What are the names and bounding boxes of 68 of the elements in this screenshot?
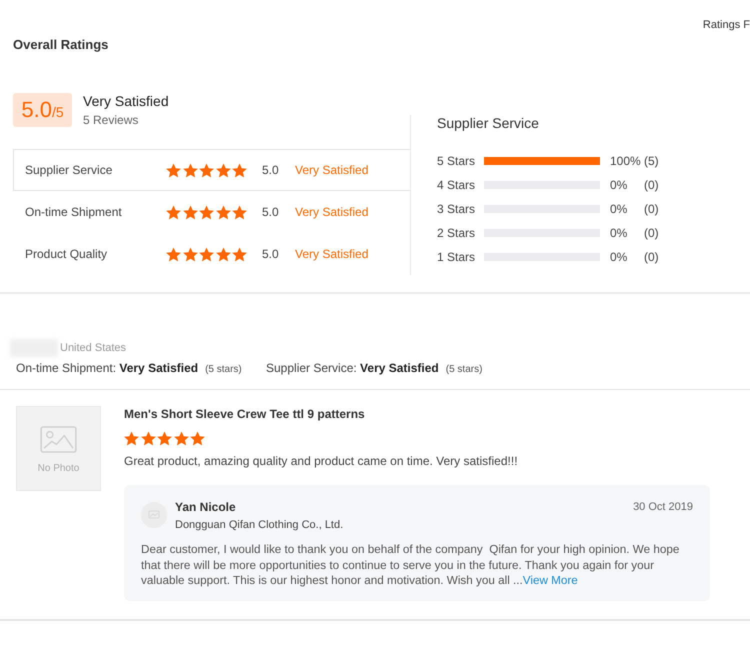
star-icon [232,246,247,262]
count-text: (0) [644,226,659,240]
replier-name: Yan Nicole [175,500,236,515]
category-label: Supplier Service [25,163,114,177]
reply-date: 30 Oct 2019 [633,500,693,514]
star-icon [166,246,181,262]
star-icon [232,204,247,220]
star-level-label: 2 Stars [437,226,476,240]
star-level-label: 4 Stars [437,178,476,192]
product-title: Men's Short Sleeve Crew Tee ttl 9 patterns [124,406,365,422]
rating-category-row[interactable]: Product Quality 5.0 Very Satisfied [13,233,410,275]
star-icon [216,246,230,262]
header-text: Ratings F [702,19,750,32]
count-text: (5) [644,154,659,168]
image-icon [40,426,77,453]
star-level-label: 5 Stars [437,154,476,168]
star-icon [190,431,205,446]
star-icon [216,204,230,220]
category-label: Product Quality [25,247,108,261]
reviewer-location: United States [60,342,126,354]
review-comment: Great product, amazing quality and product came on time. Very satisfied!!! [124,453,518,469]
star-icon [182,162,198,178]
section-title: Overall Ratings [13,37,110,53]
rating-category-row[interactable]: Supplier Service 5.0 Very Satisfied [13,149,410,191]
star-icon [199,162,214,178]
category-verdict: Very Satisfied [295,205,368,219]
rating-summary: On-time Shipment: Very Satisfied [16,361,198,375]
breakdown-title: Supplier Service [437,115,540,131]
count-text: (0) [644,178,659,192]
rating-category-row[interactable]: On-time Shipment 5.0 Very Satisfied [13,191,410,233]
category-score: 5.0 [262,247,280,261]
star-icon [166,162,181,178]
category-score: 5.0 [262,205,280,219]
score-value: 5.0 [21,96,52,124]
rating-summary: Supplier Service: Very Satisfied [266,361,439,375]
star-icon [166,204,181,220]
star-icon [216,162,230,178]
star-icon [157,431,172,446]
star-icon [124,431,139,446]
star-icon [182,204,198,220]
star-level-label: 1 Stars [437,250,476,264]
count-text: (0) [644,202,659,216]
reply-text: Dear customer, I would like to thank you on behalf of the company Qifan for your high opinion. We hope that there will be more opportunities to continue to serve you in the future. Thank you again for your valuable support. This is our highest honor and motivation. Wish you all ...View More [141,542,680,588]
star-icon [140,431,156,446]
score-scale: /5 [52,103,64,122]
category-score: 5.0 [262,163,280,177]
percent-text: 0% [610,226,628,240]
category-verdict: Very Satisfied [295,247,368,261]
star-icon [199,204,214,220]
avatar-icon [141,502,167,528]
percent-text: 0% [610,178,628,192]
review-count: 5 Reviews [83,113,138,128]
percent-text: 100% [610,154,642,168]
category-verdict: Very Satisfied [295,163,368,177]
star-icon [174,431,188,446]
company-name: Dongguan Qifan Clothing Co., Ltd. [175,518,344,532]
star-icon [182,246,198,262]
percent-text: 0% [610,250,628,264]
no-photo-label: No Photo [38,463,80,475]
star-icon [232,162,247,178]
star-count-note: (5 stars) [446,364,482,375]
percent-text: 0% [610,202,628,216]
count-text: (0) [644,250,659,264]
star-level-label: 3 Stars [437,202,476,216]
star-icon [199,246,214,262]
overall-verdict: Very Satisfied [83,93,169,110]
category-label: On-time Shipment [25,205,123,219]
star-count-note: (5 stars) [205,364,242,375]
